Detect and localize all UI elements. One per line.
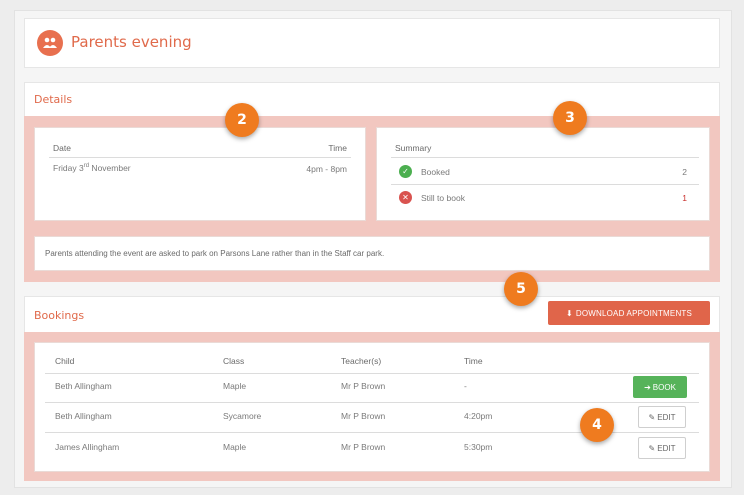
booked-label: Booked <box>421 167 450 177</box>
details-title: Details <box>34 93 73 106</box>
edit-label: EDIT <box>657 412 676 422</box>
divider <box>49 157 351 158</box>
summary-title: Summary <box>395 143 432 153</box>
divider <box>45 402 699 403</box>
edit-icon: ✎ <box>648 443 656 453</box>
download-icon: ⬇ <box>565 308 573 318</box>
row-3-class: Maple <box>223 442 247 452</box>
note-text: Parents attending the event are asked to… <box>45 249 385 258</box>
summary-card: Summary ✓ Booked 2 ✕ Still to book 1 <box>376 127 710 221</box>
still-to-book-count: 1 <box>682 193 687 203</box>
date-value: Friday 3rd November <box>53 163 131 173</box>
event-note: Parents attending the event are asked to… <box>34 236 710 271</box>
page-title: Parents evening <box>71 33 192 51</box>
still-to-book-label: Still to book <box>421 193 465 203</box>
edit-button[interactable]: ✎ EDIT <box>638 406 686 428</box>
callout-badge-3: 3 <box>553 101 587 135</box>
bookings-title: Bookings <box>34 309 85 322</box>
column-header-teachers: Teacher(s) <box>341 356 382 366</box>
row-2-child: Beth Allingham <box>55 411 112 421</box>
column-header-child: Child <box>55 356 75 366</box>
column-header-time: Time <box>464 356 483 366</box>
check-circle-icon: ✓ <box>399 165 412 178</box>
edit-icon: ✎ <box>648 412 656 422</box>
arrow-right-icon: ➔ <box>644 382 651 392</box>
divider <box>45 373 699 374</box>
edit-button[interactable]: ✎ EDIT <box>638 437 686 459</box>
row-1-teacher: Mr P Brown <box>341 381 386 391</box>
row-2-class: Sycamore <box>223 411 262 421</box>
book-button[interactable]: ➔ BOOK <box>633 376 687 398</box>
bookings-table: Child Class Teacher(s) Time Beth Allingh… <box>34 342 710 472</box>
time-value: 4pm - 8pm <box>306 164 347 174</box>
date-time-card: Date Time Friday 3rd November 4pm - 8pm <box>34 127 366 221</box>
row-1-child: Beth Allingham <box>55 381 112 391</box>
callout-badge-2: 2 <box>225 103 259 137</box>
download-label: DOWNLOAD APPOINTMENTS <box>575 308 693 318</box>
time-label: Time <box>328 143 347 153</box>
row-3-child: James Allingham <box>55 442 120 452</box>
booked-count: 2 <box>682 167 687 177</box>
people-icon <box>37 30 63 56</box>
page-header: Parents evening <box>24 18 720 68</box>
row-2-time: 4:20pm <box>464 411 493 421</box>
details-header: Details <box>24 82 720 116</box>
download-appointments-button[interactable]: ⬇ DOWNLOAD APPOINTMENTS <box>548 301 710 325</box>
row-2-teacher: Mr P Brown <box>341 411 386 421</box>
row-3-teacher: Mr P Brown <box>341 442 386 452</box>
row-3-time: 5:30pm <box>464 442 493 452</box>
callout-badge-5: 5 <box>504 272 538 306</box>
row-1-class: Maple <box>223 381 247 391</box>
x-circle-icon: ✕ <box>399 191 412 204</box>
edit-label: EDIT <box>657 443 676 453</box>
row-1-time: - <box>464 381 467 391</box>
date-label: Date <box>53 143 71 153</box>
divider <box>391 157 699 158</box>
divider <box>391 184 699 185</box>
callout-badge-4: 4 <box>580 408 614 442</box>
book-label: BOOK <box>652 382 676 392</box>
column-header-class: Class <box>223 356 245 366</box>
